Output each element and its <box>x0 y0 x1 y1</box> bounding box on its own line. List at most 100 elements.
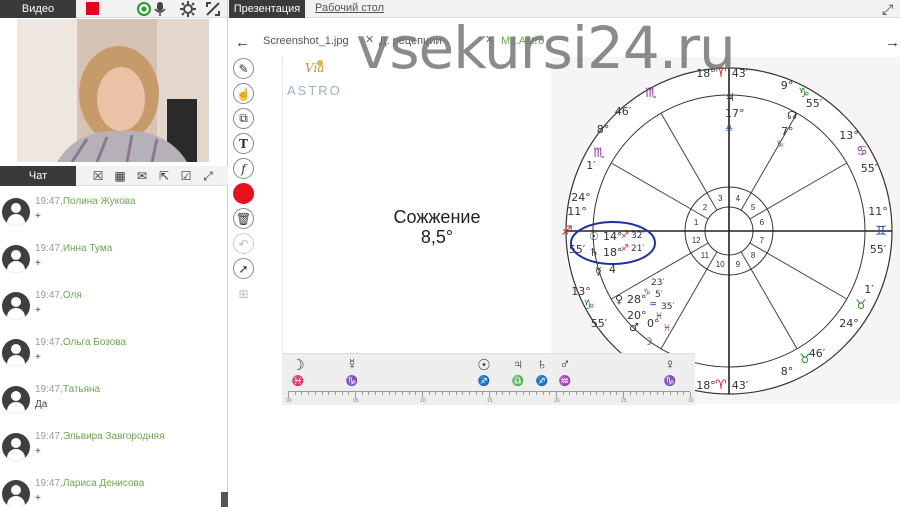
capricorn-icon: ♑ <box>583 298 595 313</box>
ephemeris-sign-icon: ♒ <box>558 376 572 387</box>
aries-top-icon: ♈ <box>715 66 727 81</box>
camera-status-icon[interactable] <box>136 1 152 17</box>
scale-tick <box>616 392 618 395</box>
scale-tick <box>435 392 437 395</box>
planet-degree: 18° <box>603 246 623 259</box>
close-icon[interactable]: ✕ <box>485 33 494 46</box>
message-time: 19:47, <box>35 337 63 348</box>
scale-tick <box>334 392 336 395</box>
grid-icon[interactable]: ⊞ <box>233 283 254 304</box>
scale-tick <box>542 392 544 395</box>
ephemeris-sign-icon: ♑ <box>345 376 359 387</box>
scale-tick <box>301 392 303 395</box>
scale-tick <box>602 392 604 395</box>
scale-tick <box>663 392 665 395</box>
avatar <box>2 386 30 414</box>
scale-tick <box>629 392 631 395</box>
message-text: + <box>35 211 41 222</box>
scale-tick <box>388 392 390 395</box>
pisces-icon: ♓ <box>663 324 671 334</box>
house-number: 3 <box>718 194 723 203</box>
hand-icon[interactable]: ☝ <box>233 83 254 104</box>
scale-tick <box>509 392 511 395</box>
expand-icon[interactable] <box>205 1 221 17</box>
cusp-label: 24° <box>839 317 859 330</box>
planet-degree: 5′ <box>655 290 663 300</box>
sagittarius-icon: ♐ <box>621 244 629 254</box>
scale-tick <box>475 392 477 395</box>
formula-icon[interactable]: f <box>233 158 254 179</box>
video-tab[interactable]: Видео <box>0 0 76 18</box>
scale-label: 00 <box>286 398 292 404</box>
message-author[interactable]: Лариса Денисова <box>63 478 145 489</box>
scale-tick <box>428 392 430 395</box>
scale-tick <box>596 392 598 395</box>
file-tab-reception[interactable]: Д. рецепции <box>379 35 442 47</box>
cusp-label: 9° <box>781 79 794 92</box>
close-icon[interactable]: ✕ <box>365 33 374 46</box>
scale-tick <box>462 392 464 395</box>
planet-degree: 23′ <box>651 278 665 288</box>
export-icon[interactable]: ⇱ <box>156 168 172 184</box>
text-icon[interactable]: T <box>233 133 254 154</box>
file-tab-msastro[interactable]: Ms.Astro <box>501 35 544 47</box>
scale-tick <box>495 392 497 395</box>
chat-scrollbar[interactable] <box>221 492 228 507</box>
message-time: 19:47, <box>35 478 63 489</box>
undo-icon[interactable]: ↶ <box>233 233 254 254</box>
scale-label: 30 <box>688 398 694 404</box>
message-author[interactable]: Ольга Бозова <box>63 337 126 348</box>
message-author[interactable]: Оля <box>63 290 82 301</box>
tab-presentation[interactable]: Презентация <box>229 0 305 18</box>
gear-icon[interactable] <box>180 1 196 17</box>
scale-tick <box>636 392 638 395</box>
top-bar: Презентация Рабочий стол <box>229 0 900 18</box>
record-icon[interactable] <box>86 2 99 15</box>
next-arrow-icon[interactable]: → <box>885 34 900 51</box>
cusp-label: 8° <box>781 365 794 378</box>
message-text: + <box>35 446 41 457</box>
shapes-icon[interactable]: ⧉ <box>233 108 254 129</box>
sun-icon: ☉ <box>589 230 599 243</box>
scale-tick <box>589 392 591 395</box>
ephemeris-sign-icon: ♐ <box>477 376 491 387</box>
message-author[interactable]: Инна Тума <box>63 243 112 254</box>
message-author[interactable]: Полина Жукова <box>63 196 136 207</box>
message-author[interactable]: Татьяна <box>63 384 100 395</box>
fullscreen-icon[interactable]: ⤢ <box>882 1 893 18</box>
scale-tick <box>529 392 531 395</box>
message-author[interactable]: Эльвира Завгородняя <box>63 431 165 442</box>
trash-icon[interactable]: 🗑 <box>233 208 254 229</box>
prev-arrow-icon[interactable]: ← <box>235 34 250 51</box>
house-number: 2 <box>703 203 708 212</box>
ephemeris-planet-icon: ☿ <box>346 356 358 373</box>
cusp-label: 11° <box>567 205 587 218</box>
pointer-icon[interactable]: ➚ <box>233 258 254 279</box>
scale-label: 20 <box>554 398 560 404</box>
scale-tick <box>401 392 403 395</box>
house-number: 10 <box>716 260 725 269</box>
scale-tick <box>341 392 343 395</box>
microphone-icon[interactable] <box>152 1 168 17</box>
cusp-label: 24° <box>571 191 591 204</box>
scale-tick <box>676 392 678 395</box>
pisces-icon: ♓ <box>655 312 663 322</box>
chat-message: 19:47,Оля + <box>0 284 222 331</box>
cusp-label: 43′ <box>732 379 749 392</box>
cusp-label: 43′ <box>732 67 749 80</box>
tab-desktop[interactable]: Рабочий стол <box>315 2 384 14</box>
chat-header: Чат ☒ ▦ ✉ ⇱ ☑ ⤢ <box>0 166 228 186</box>
expand-icon[interactable]: ⤢ <box>200 168 216 184</box>
planet-degree: 14° <box>603 230 623 243</box>
scale-label: 05 <box>353 398 359 404</box>
planet-degree: 17° <box>725 107 745 120</box>
scale-tick <box>375 392 377 395</box>
pencil-icon[interactable]: ✎ <box>233 58 254 79</box>
email-icon[interactable]: ✉ <box>134 168 150 184</box>
file-tab-screenshot[interactable]: Screenshot_1.jpg <box>263 35 349 47</box>
color-picker[interactable] <box>233 183 254 204</box>
excel-export-icon[interactable]: ▦ <box>112 168 128 184</box>
check-icon[interactable]: ☑ <box>178 168 194 184</box>
clear-chat-icon[interactable]: ☒ <box>90 168 106 184</box>
chat-tab[interactable]: Чат <box>0 166 76 186</box>
